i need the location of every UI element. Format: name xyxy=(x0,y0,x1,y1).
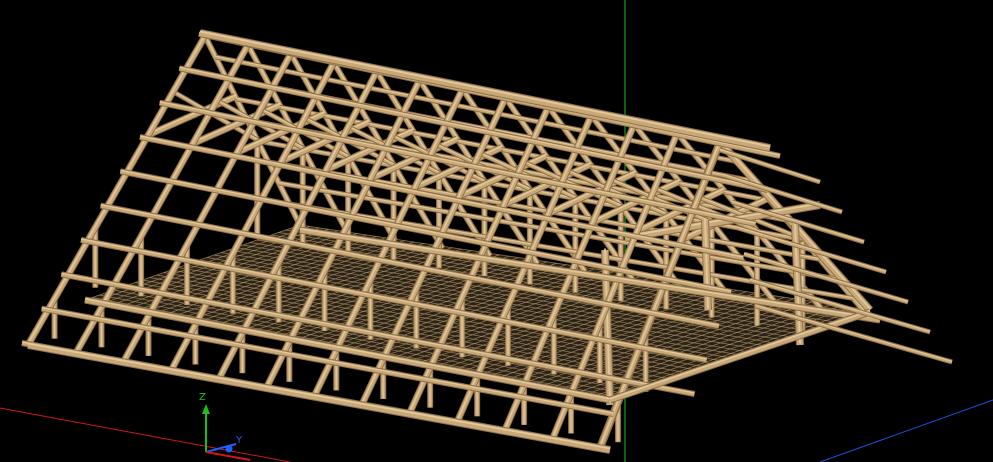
3d-scene[interactable]: Z Y xyxy=(0,0,993,462)
axis-z-label: Z xyxy=(199,392,206,403)
world-x-axis-line xyxy=(0,407,291,462)
axis-y-label: Y xyxy=(235,435,243,446)
3d-viewport[interactable]: Z Y xyxy=(0,0,993,462)
roof-frame-model[interactable] xyxy=(21,29,953,454)
axis-z-arrow-icon xyxy=(202,404,210,414)
axis-origin-icon xyxy=(225,445,233,453)
world-y-axis-line xyxy=(819,399,993,462)
